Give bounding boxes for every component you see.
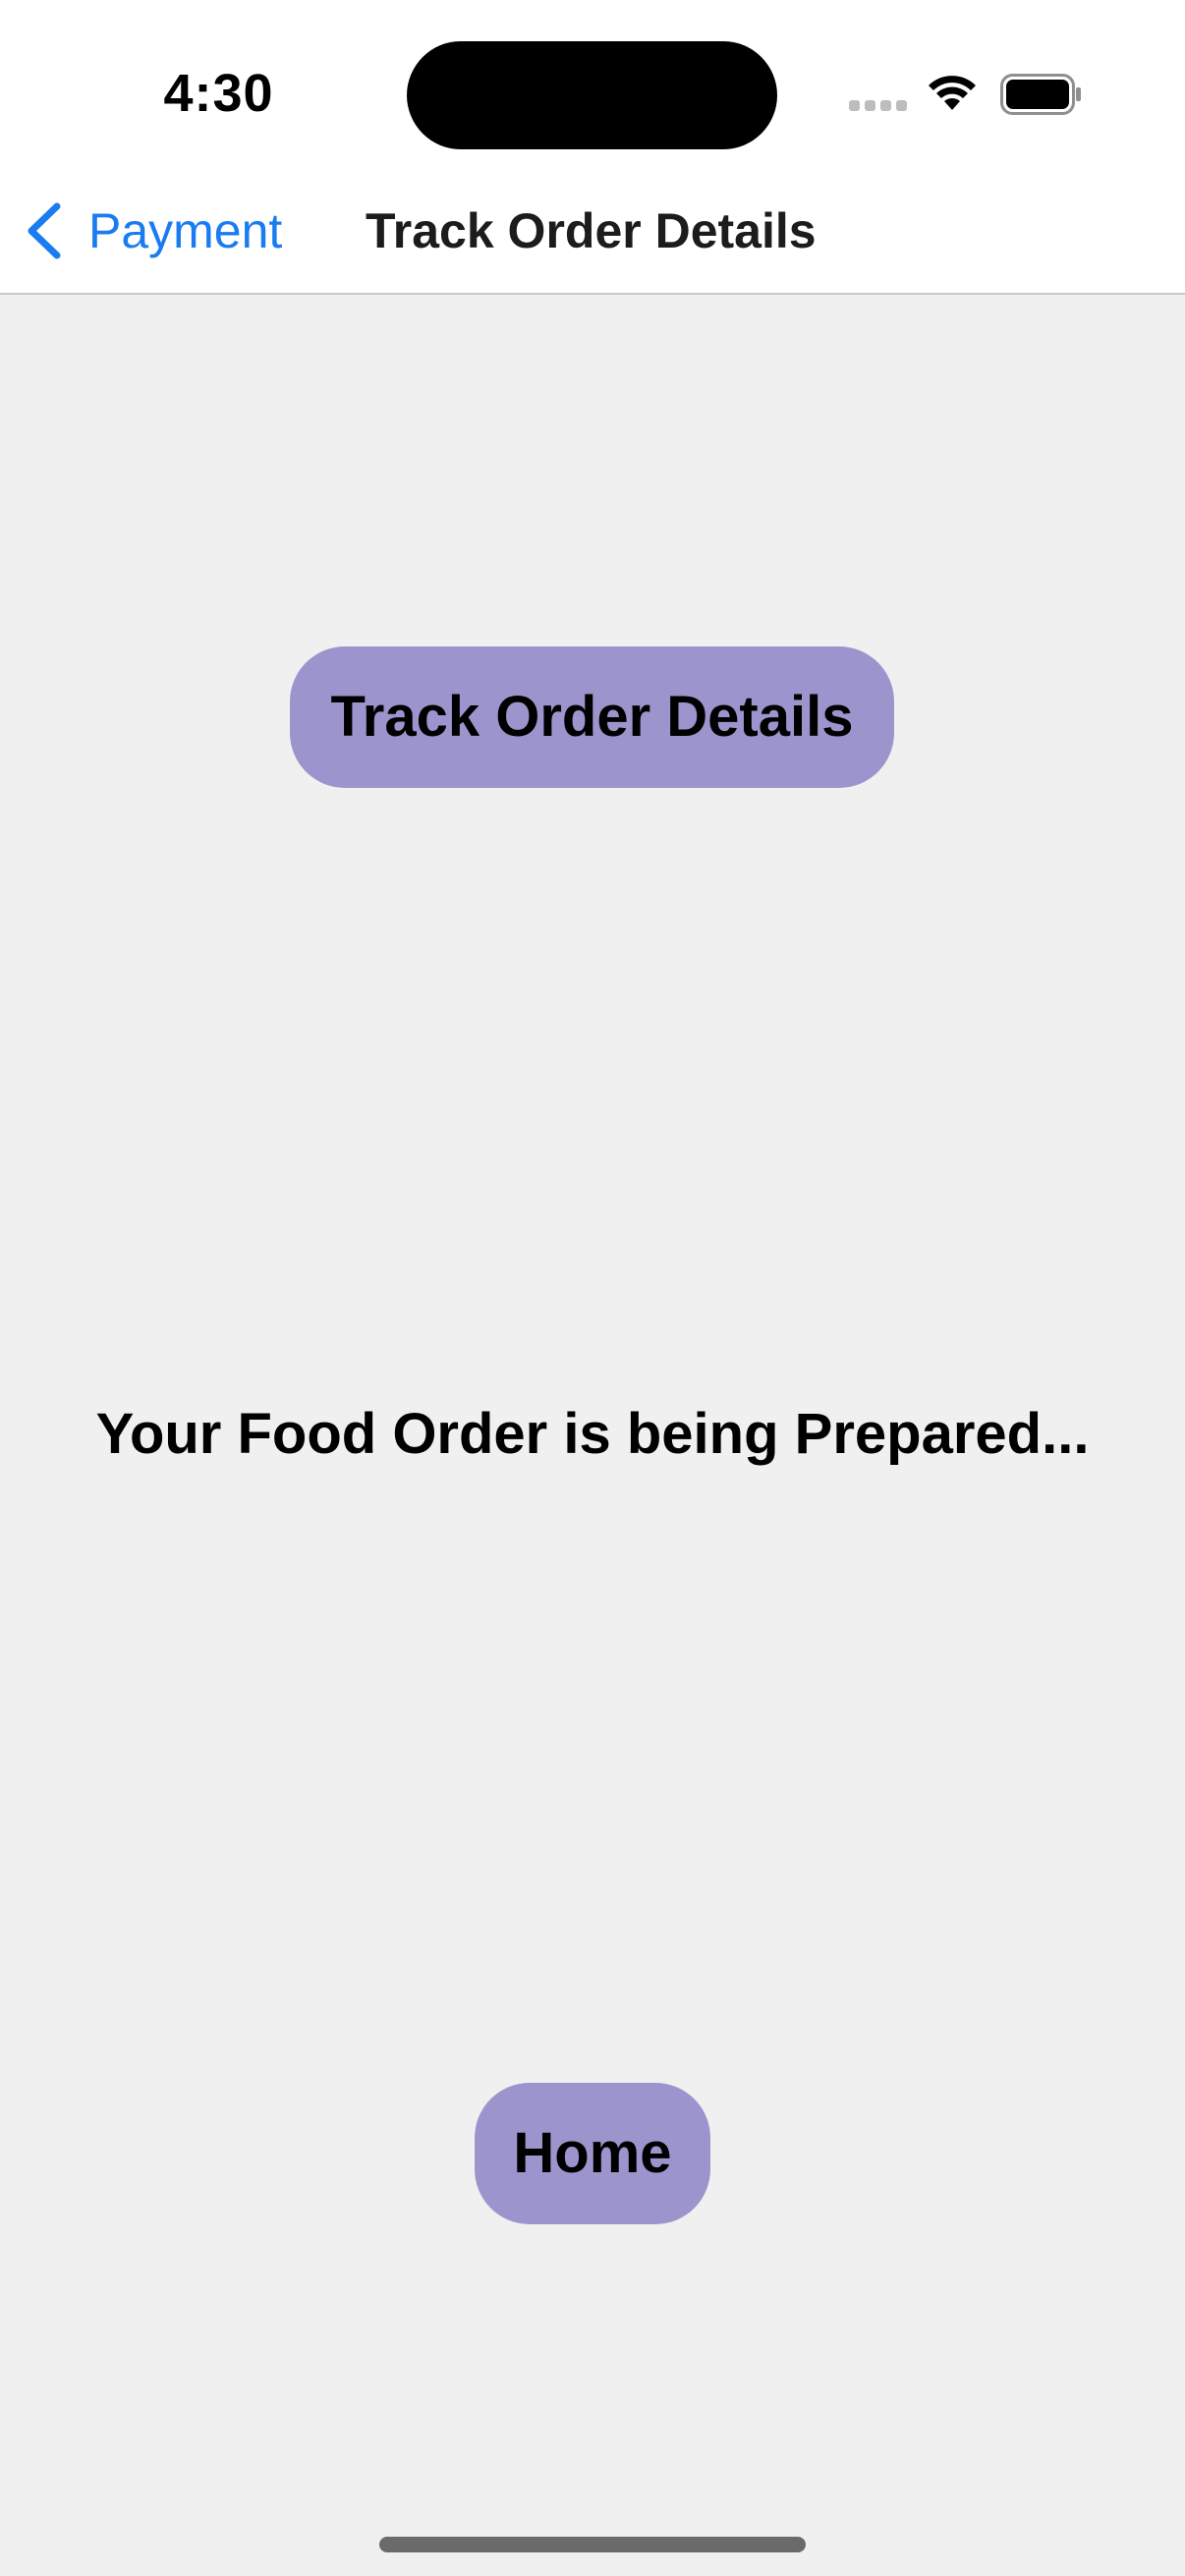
home-indicator[interactable] xyxy=(379,2537,806,2552)
dynamic-island xyxy=(407,41,777,149)
back-button-label: Payment xyxy=(88,203,283,258)
wifi-icon xyxy=(929,76,976,110)
back-button[interactable]: Payment xyxy=(22,196,282,265)
page-title: Track Order Details xyxy=(366,203,817,258)
order-status-message: Your Food Order is being Prepared... xyxy=(95,1402,1090,1466)
status-time: 4:30 xyxy=(163,64,274,123)
battery-icon xyxy=(1000,74,1081,115)
cellular-signal-icon xyxy=(849,100,908,114)
chevron-left-icon xyxy=(28,202,61,259)
home-button[interactable]: Home xyxy=(475,2083,710,2224)
navigation-bar: 4:30 Payment Track Order Details xyxy=(0,0,1185,295)
track-order-details-button[interactable]: Track Order Details xyxy=(290,646,894,788)
